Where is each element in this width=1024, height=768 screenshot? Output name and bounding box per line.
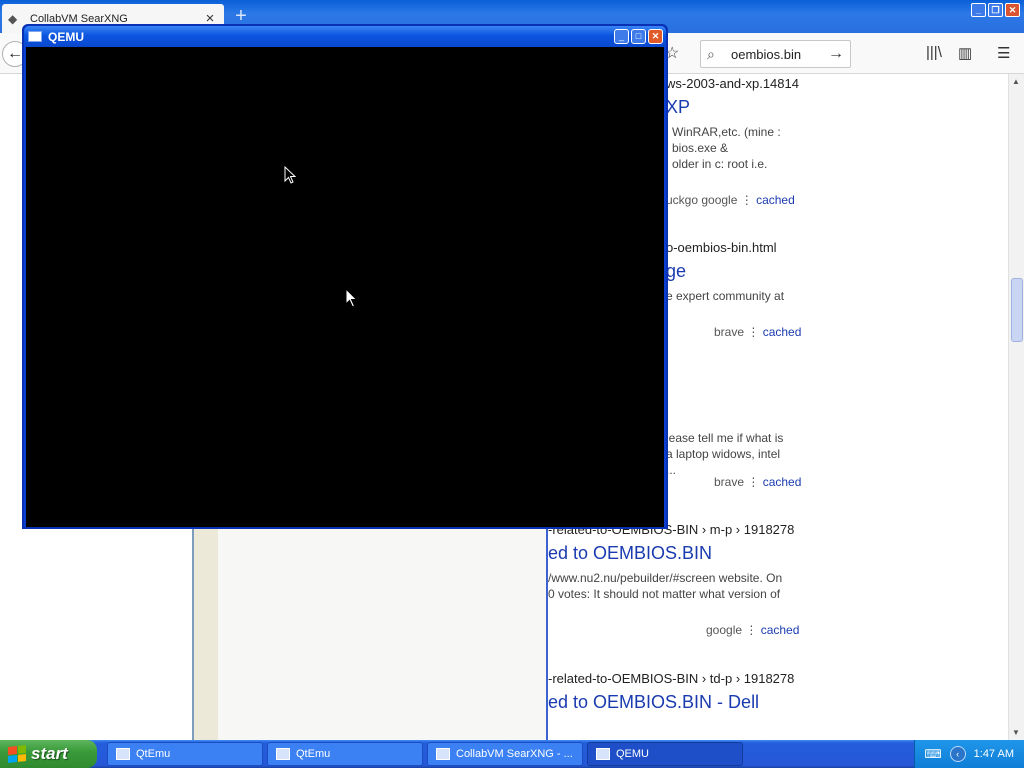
qemu-title: QEMU	[48, 29, 84, 44]
cached-link[interactable]: cached	[761, 623, 800, 637]
result-snippet: /www.nu2.nu/pebuilder/#screen website. O…	[548, 571, 783, 601]
qemu-close-button[interactable]: ✕	[648, 29, 663, 44]
qemu-window-icon	[28, 31, 42, 42]
search-go-icon[interactable]: →	[828, 45, 844, 63]
qemu-window: QEMU _ □ ✕	[22, 24, 668, 529]
result-url[interactable]: -related-to-OEMBIOS-BIN › td-p › 1918278	[548, 671, 794, 686]
tab-title: CollabVM SearXNG	[30, 12, 128, 25]
result-item: -related-to-OEMBIOS-BIN › td-p › 1918278…	[548, 671, 794, 713]
cached-link[interactable]: cached	[763, 475, 802, 489]
result-engines: brave ⋮ cached	[714, 325, 802, 339]
result-engines: google ⋮ cached	[706, 623, 800, 637]
start-label: start	[31, 744, 68, 763]
qemu-titlebar[interactable]: QEMU _ □ ✕	[24, 26, 666, 47]
qemu-maximize-button[interactable]: □	[631, 29, 646, 44]
qtemu-icon	[276, 748, 290, 760]
search-icon: ⌕	[707, 45, 715, 62]
scroll-down-icon[interactable]: ▼	[1012, 728, 1020, 737]
scroll-up-icon[interactable]: ▲	[1012, 77, 1020, 86]
qemu-minimize-button[interactable]: _	[614, 29, 629, 44]
keyboard-icon[interactable]: ⌨	[924, 747, 941, 761]
menu-icon[interactable]: ☰	[997, 44, 1010, 62]
scrollbar-thumb[interactable]	[1011, 278, 1023, 342]
page-scrollbar[interactable]: ▲ ▼	[1008, 74, 1024, 740]
qemu-display[interactable]	[26, 47, 664, 527]
page-favicon-icon: ◆	[8, 11, 18, 26]
clock: 1:47 AM	[973, 748, 1014, 760]
taskbar: start QtEmu QtEmu CollabVM SearXNG - ...…	[0, 740, 1024, 768]
host-cursor-icon	[345, 288, 358, 308]
result-title[interactable]: ed to OEMBIOS.BIN - Dell	[548, 692, 794, 713]
taskbar-item-label: QtEmu	[136, 748, 171, 760]
taskbar-item-label: QtEmu	[296, 748, 331, 760]
qemu-icon	[596, 748, 610, 760]
tray-expand-icon[interactable]: ‹	[949, 746, 966, 762]
start-button[interactable]: start	[0, 740, 97, 768]
sidebar-icon[interactable]: ▥	[958, 44, 972, 62]
qtemu-icon	[116, 748, 130, 760]
taskbar-item-qtemu-2[interactable]: QtEmu	[267, 742, 423, 766]
search-input[interactable]: ⌕ oembios.bin →	[700, 40, 851, 68]
library-icon[interactable]: |||\	[926, 44, 942, 61]
search-value[interactable]: oembios.bin	[725, 47, 828, 62]
taskbar-item-qemu[interactable]: QEMU	[587, 742, 743, 766]
result-engines: uckgo google ⋮ cached	[666, 193, 795, 207]
result-item: -related-to-OEMBIOS-BIN › m-p › 1918278 …	[548, 522, 808, 637]
system-tray: ⌨ ‹ 1:47 AM	[914, 740, 1024, 768]
taskbar-item-label: CollabVM SearXNG - ...	[456, 748, 573, 760]
browser-close-button[interactable]: ✕	[1005, 3, 1020, 17]
browser-window-controls: _ ❐ ✕	[971, 3, 1020, 17]
taskbar-item-label: QEMU	[616, 748, 649, 760]
cached-link[interactable]: cached	[763, 325, 802, 339]
cached-link[interactable]: cached	[756, 193, 795, 207]
left-panel	[218, 527, 548, 740]
taskbar-item-qtemu-1[interactable]: QtEmu	[107, 742, 263, 766]
taskbar-item-browser[interactable]: CollabVM SearXNG - ...	[427, 742, 583, 766]
browser-minimize-button[interactable]: _	[971, 3, 986, 17]
result-engines: brave ⋮ cached	[714, 475, 802, 489]
browser-restore-button[interactable]: ❐	[988, 3, 1003, 17]
left-panel-edge	[192, 527, 218, 740]
browser-icon	[436, 748, 450, 760]
windows-logo-icon	[8, 745, 26, 763]
result-title[interactable]: ed to OEMBIOS.BIN	[548, 543, 808, 564]
guest-cursor-icon	[284, 166, 297, 184]
qemu-window-controls: _ □ ✕	[614, 29, 663, 44]
